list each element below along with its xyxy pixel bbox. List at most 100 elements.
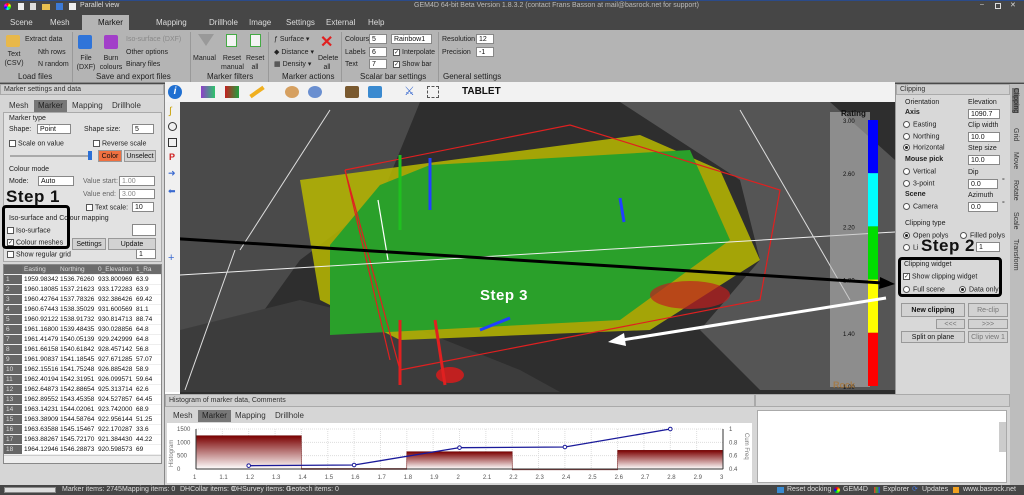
show-clipping-widget-checkbox[interactable]: ✓ Show clipping widget <box>903 273 977 280</box>
lines-spinner[interactable]: 1 <box>976 242 1000 252</box>
tab-image[interactable]: Image <box>243 15 277 30</box>
reset-docking-link[interactable]: Reset docking <box>787 485 831 495</box>
show-bar-checkbox[interactable]: ✓ Show bar <box>393 60 432 69</box>
shapes-icon[interactable] <box>201 86 215 98</box>
data-only-radio[interactable]: Data only <box>959 286 999 293</box>
table-cell[interactable]: 921.384430 <box>98 435 136 444</box>
table-cell[interactable]: 59.64 <box>136 375 154 384</box>
table-row[interactable]: 16 1963.63588 1545.15467 922.170287 33.6 <box>4 425 161 435</box>
horizontal-scrollbar[interactable] <box>4 455 161 463</box>
table-cell[interactable]: 1960.67443 <box>22 305 60 314</box>
column-header[interactable]: Northing <box>60 265 98 274</box>
toolbox-icon[interactable] <box>345 86 359 98</box>
table-cell[interactable]: 51.25 <box>136 415 154 424</box>
table-cell[interactable]: 1960.42764 <box>22 295 60 304</box>
table-row[interactable]: 2 1960.18085 1537.21623 933.172283 63.9 <box>4 285 161 295</box>
table-row[interactable]: 6 1961.16800 1539.48435 930.028856 64.8 <box>4 325 161 335</box>
table-cell[interactable]: 1964.12946 <box>22 445 60 454</box>
table-row[interactable]: 17 1963.88267 1545.72170 921.384430 44.22 <box>4 435 161 445</box>
close-button[interactable]: ✕ <box>1010 1 1016 9</box>
row-number[interactable]: 15 <box>4 415 22 424</box>
binary-files-button[interactable]: Binary files <box>126 60 160 69</box>
iso-surface-dxf-button[interactable]: Iso-surface (DXF) <box>126 35 181 44</box>
row-number[interactable]: 10 <box>4 365 22 374</box>
table-cell[interactable]: 1963.88267 <box>22 435 60 444</box>
histogram-tab-mesh[interactable]: Mesh <box>169 410 197 422</box>
table-cell[interactable]: 924.527857 <box>98 395 136 404</box>
size-slider[interactable] <box>10 155 90 157</box>
table-cell[interactable]: 57.07 <box>136 355 154 364</box>
table-cell[interactable]: 926.885428 <box>98 365 136 374</box>
shape-dropdown[interactable]: Point <box>37 124 71 134</box>
n-random-button[interactable]: N random <box>38 60 69 69</box>
gem4d-link[interactable]: GEM4D <box>843 485 868 495</box>
subtab-mesh[interactable]: Mesh <box>5 100 33 112</box>
vtab-clipping[interactable]: Clipping <box>1012 88 1019 114</box>
table-cell[interactable]: 1540.61842 <box>60 345 98 354</box>
table-cell[interactable]: 1538.91732 <box>60 315 98 324</box>
palette-blue-icon[interactable] <box>308 86 322 98</box>
table-cell[interactable]: 1959.98342 <box>22 275 60 284</box>
row-number[interactable]: 14 <box>4 405 22 414</box>
table-cell[interactable]: 930.814713 <box>98 315 136 324</box>
text-spinner[interactable]: 7 <box>369 59 387 69</box>
scale-on-value-checkbox[interactable]: Scale on value <box>9 140 64 147</box>
table-cell[interactable]: 1545.72170 <box>60 435 98 444</box>
table-cell[interactable]: 33.6 <box>136 425 154 434</box>
table-cell[interactable]: 930.028856 <box>98 325 136 334</box>
explorer-link[interactable]: Explorer <box>883 485 909 495</box>
tab-drillhole[interactable]: Drillhole <box>193 15 244 30</box>
table-cell[interactable]: 1537.21623 <box>60 285 98 294</box>
table-cell[interactable]: 44.22 <box>136 435 154 444</box>
table-cell[interactable]: 1541.75248 <box>60 365 98 374</box>
extract-data-button[interactable]: Extract data <box>25 35 62 44</box>
row-number[interactable]: 8 <box>4 345 22 354</box>
circle-icon[interactable] <box>168 122 177 131</box>
value-start-spinner[interactable]: 1.00 <box>119 176 155 186</box>
table-cell[interactable]: 933.800969 <box>98 275 136 284</box>
split-on-plane-button[interactable]: Split on plane <box>901 331 965 343</box>
website-link[interactable]: www.basrock.net <box>963 485 1016 495</box>
arrow-left-icon[interactable]: ⬅ <box>168 186 176 197</box>
show-regular-grid-checkbox[interactable]: Show regular grid <box>7 251 71 258</box>
table-cell[interactable]: 1543.45358 <box>60 395 98 404</box>
table-cell[interactable]: 1545.15467 <box>60 425 98 434</box>
table-cell[interactable]: 920.598573 <box>98 445 136 454</box>
table-cell[interactable]: 1962.64873 <box>22 385 60 394</box>
table-cell[interactable]: 927.671285 <box>98 355 136 364</box>
grid-spinner[interactable]: 1 <box>136 249 156 259</box>
table-cell[interactable]: 1961.90837 <box>22 355 60 364</box>
table-row[interactable]: 15 1963.38909 1544.58764 922.956144 51.25 <box>4 415 161 425</box>
table-cell[interactable]: 88.74 <box>136 315 154 324</box>
info-icon[interactable]: i <box>168 85 182 99</box>
row-number[interactable]: 5 <box>4 315 22 324</box>
row-number[interactable]: 6 <box>4 325 22 334</box>
subtab-marker[interactable]: Marker <box>34 100 67 112</box>
reset-manual-button[interactable]: Reset manual <box>221 54 244 72</box>
unselect-button[interactable]: Unselect <box>124 150 156 162</box>
horizontal-radio[interactable]: Horizontal <box>903 144 945 151</box>
table-cell[interactable]: 1544.58764 <box>60 415 98 424</box>
table-cell[interactable]: 69.42 <box>136 295 154 304</box>
histogram-tab-marker[interactable]: Marker <box>198 410 231 422</box>
column-header[interactable]: 1_Ra <box>136 265 154 274</box>
other-options-button[interactable]: Other options <box>126 48 168 57</box>
table-cell[interactable]: 1961.16800 <box>22 325 60 334</box>
histogram-tab-mapping[interactable]: Mapping <box>231 410 270 422</box>
table-cell[interactable]: 1546.28873 <box>60 445 98 454</box>
3d-viewport[interactable]: i ⚔ TABLET 3.002.602.201.801.401 <box>165 82 895 394</box>
table-cell[interactable]: 64.8 <box>136 335 154 344</box>
column-header[interactable]: 0_Elevation <box>98 265 136 274</box>
histogram-tab-drillhole[interactable]: Drillhole <box>271 410 308 422</box>
previous-clip-button[interactable]: <<< <box>936 319 965 329</box>
marker-data-table[interactable]: Easting Northing 0_Elevation 1_Ra 1 1959.… <box>3 264 162 464</box>
row-number[interactable]: 2 <box>4 285 22 294</box>
table-cell[interactable]: 1963.38909 <box>22 415 60 424</box>
reclip-button[interactable]: Re-clip <box>968 303 1008 317</box>
reset-all-button[interactable]: Reset all <box>246 54 264 72</box>
table-row[interactable]: 10 1962.15516 1541.75248 926.885428 58.9 <box>4 365 161 375</box>
table-cell[interactable]: 1963.14231 <box>22 405 60 414</box>
text-scale-spinner[interactable]: 10 <box>132 202 154 212</box>
camera-radio[interactable]: Camera <box>903 203 938 210</box>
toolbox-blue-icon[interactable] <box>368 86 382 98</box>
